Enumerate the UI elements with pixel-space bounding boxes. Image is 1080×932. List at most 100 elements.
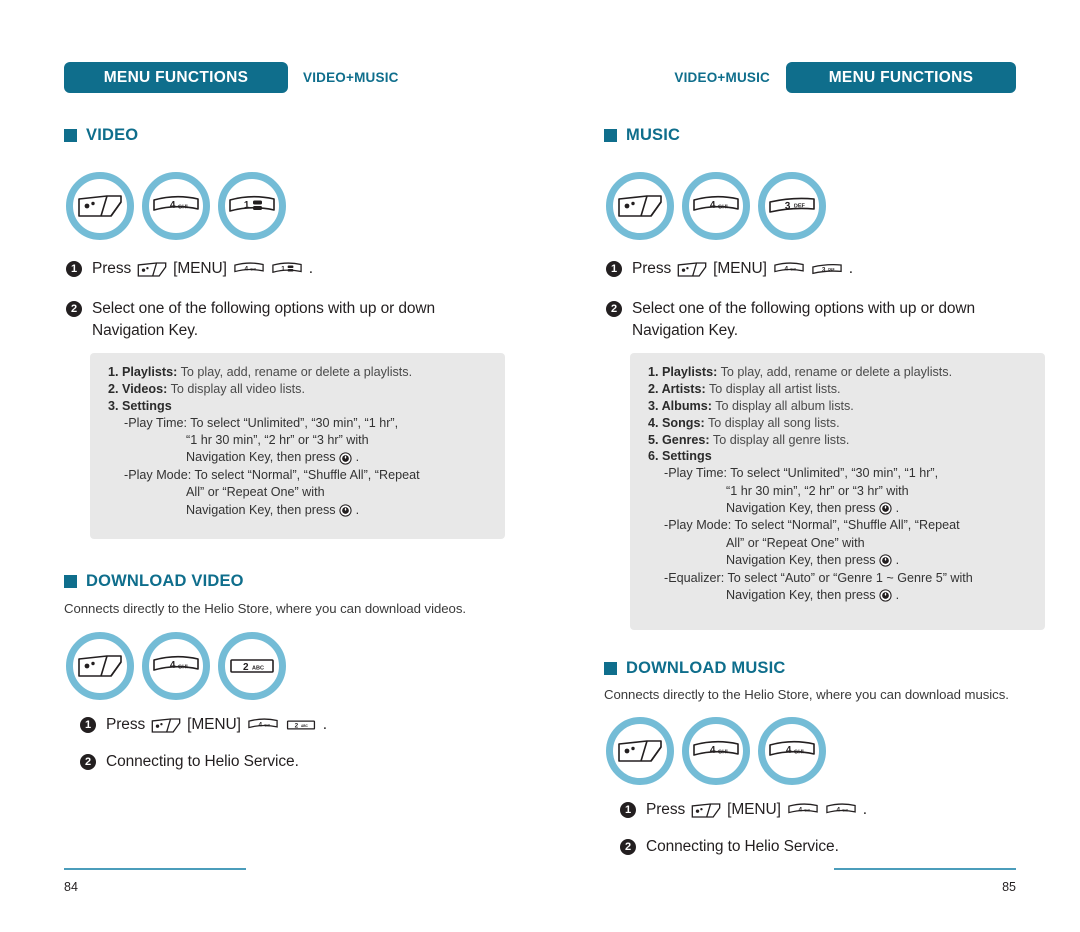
section-title: DOWNLOAD VIDEO	[86, 572, 244, 590]
settings-line: All” or “Repeat One” with	[186, 485, 325, 500]
settings-line: Navigation Key, then press .	[648, 552, 1031, 569]
option-item: 1. Playlists: To play, add, rename or de…	[648, 364, 1031, 381]
svg-text:GHI: GHI	[264, 724, 270, 728]
step-1-video: 1 Press [MENU] 4 GHI 1 .	[66, 258, 313, 280]
option-name: Songs:	[662, 415, 705, 430]
step-1-period: .	[848, 260, 853, 277]
step-bullet-1: 1	[620, 802, 636, 818]
step-2-download-video: 2 Connecting to Helio Service.	[80, 751, 299, 773]
key-4-icon: 4 GHI	[693, 740, 739, 756]
key-1-inline-icon: 1	[272, 262, 302, 274]
settings-line: -Play Time: To select “Unlimited”, “30 m…	[124, 415, 399, 430]
svg-text:GHI: GHI	[804, 809, 810, 813]
key-circle-4b: 4 GHI	[758, 717, 826, 785]
key-2-inline-icon: 2 ABC	[286, 720, 315, 730]
key-circle-3: 3 DEF	[758, 172, 826, 240]
menu-key-inline-icon	[137, 261, 167, 277]
option-name: Settings	[122, 398, 172, 413]
svg-text:4: 4	[710, 200, 716, 211]
square-bullet-icon	[64, 129, 77, 142]
settings-period: .	[895, 501, 900, 515]
svg-text:DEF: DEF	[828, 267, 834, 271]
svg-text:4: 4	[244, 265, 248, 272]
keychain-download-music: 4 GHI 4 GHI	[606, 717, 826, 785]
settings-line: Navigation Key, then press .	[648, 587, 1031, 604]
menu-bracket-label: [MENU]	[173, 260, 227, 277]
step-bullet-1: 1	[66, 261, 82, 277]
section-title: DOWNLOAD MUSIC	[626, 659, 786, 677]
svg-text:4: 4	[710, 745, 716, 756]
menu-key-inline-icon	[691, 802, 721, 818]
options-box-music: 1. Playlists: To play, add, rename or de…	[630, 353, 1045, 630]
step-1-download-music: 1 Press [MENU] 4 GHI 4 GHI .	[620, 799, 867, 821]
svg-text:GHI: GHI	[178, 204, 188, 210]
settings-period: .	[355, 502, 360, 517]
ok-press-icon	[879, 554, 892, 567]
svg-text:GHI: GHI	[250, 268, 256, 272]
option-num: 2.	[108, 381, 119, 396]
svg-text:4: 4	[258, 721, 262, 728]
menu-key-inline-icon	[151, 717, 181, 733]
section-heading-download-music: DOWNLOAD MUSIC	[604, 659, 786, 678]
square-bullet-icon	[64, 575, 77, 588]
option-desc: To display all genre lists.	[712, 432, 850, 447]
option-item: 2. Videos: To display all video lists.	[108, 381, 491, 398]
option-item: 3. Albums: To display all album lists.	[648, 398, 1031, 415]
option-item: 1. Playlists: To play, add, rename or de…	[108, 364, 491, 381]
keychain-video: 4 GHI 1	[66, 172, 286, 240]
key-4-inline-icon: 4 GHI	[826, 803, 856, 814]
svg-text:GHI: GHI	[178, 664, 188, 670]
settings-line: -Play Mode: To select “Normal”, “Shuffle…	[124, 467, 420, 482]
ok-press-icon	[339, 451, 352, 465]
svg-text:GHI: GHI	[790, 268, 796, 272]
svg-text:GHI: GHI	[718, 749, 728, 755]
svg-text:4: 4	[170, 660, 176, 671]
step-bullet-1: 1	[606, 261, 622, 277]
menu-key-inline-icon	[677, 261, 707, 277]
option-name: Albums:	[661, 398, 712, 413]
option-num: 2.	[648, 381, 659, 396]
press-label: Press	[632, 260, 672, 277]
svg-text:ABC: ABC	[301, 724, 308, 728]
settings-line: Navigation Key, then press .	[108, 502, 491, 519]
option-num: 5.	[648, 432, 659, 447]
step-bullet-2: 2	[620, 839, 636, 855]
press-label: Press	[646, 801, 686, 818]
footer-rule	[834, 868, 1016, 870]
key-4-icon: 4 GHI	[693, 195, 739, 211]
step-2-text: Connecting to Helio Service.	[106, 753, 299, 770]
ok-press-icon	[339, 504, 352, 517]
settings-line: “1 hr 30 min”, “2 hr” or “3 hr” with	[186, 433, 369, 447]
page-number: 85	[1002, 880, 1016, 894]
option-desc: To display all song lists.	[707, 415, 840, 430]
step-1-download-video: 1 Press [MENU] 4 GHI 2 ABC .	[80, 714, 327, 736]
menu-bracket-label: [MENU]	[713, 260, 767, 277]
svg-text:1: 1	[244, 200, 250, 211]
settings-line: “1 hr 30 min”, “2 hr” or “3 hr” with	[726, 483, 909, 498]
menu-key-icon	[78, 195, 122, 217]
key-circle-4: 4 GHI	[682, 172, 750, 240]
menu-key-icon	[618, 740, 662, 762]
ok-press-icon	[879, 589, 892, 602]
svg-text:GHI: GHI	[718, 204, 728, 210]
settings-line-text: Navigation Key, then press	[186, 450, 336, 465]
svg-text:3: 3	[822, 266, 826, 273]
option-num: 3.	[648, 398, 659, 413]
key-circle-menu	[606, 717, 674, 785]
key-circle-4: 4 GHI	[682, 717, 750, 785]
step-2-music: 2 Select one of the following options wi…	[606, 298, 1036, 343]
menu-key-icon	[618, 195, 662, 217]
option-num: 1.	[648, 365, 659, 379]
svg-text:4: 4	[836, 806, 840, 813]
step-bullet-2: 2	[66, 301, 82, 317]
settings-line: All” or “Repeat One” with	[726, 535, 865, 550]
option-name: Artists:	[661, 381, 706, 396]
svg-text:3: 3	[785, 201, 792, 212]
option-name: Playlists:	[662, 365, 718, 379]
key-circle-menu	[66, 172, 134, 240]
svg-text:1: 1	[281, 265, 285, 272]
key-1-icon: 1	[229, 195, 275, 212]
footer-rule	[64, 868, 246, 870]
banner-label: MENU FUNCTIONS	[103, 68, 249, 86]
menu-functions-banner: MENU FUNCTIONS	[64, 62, 288, 93]
